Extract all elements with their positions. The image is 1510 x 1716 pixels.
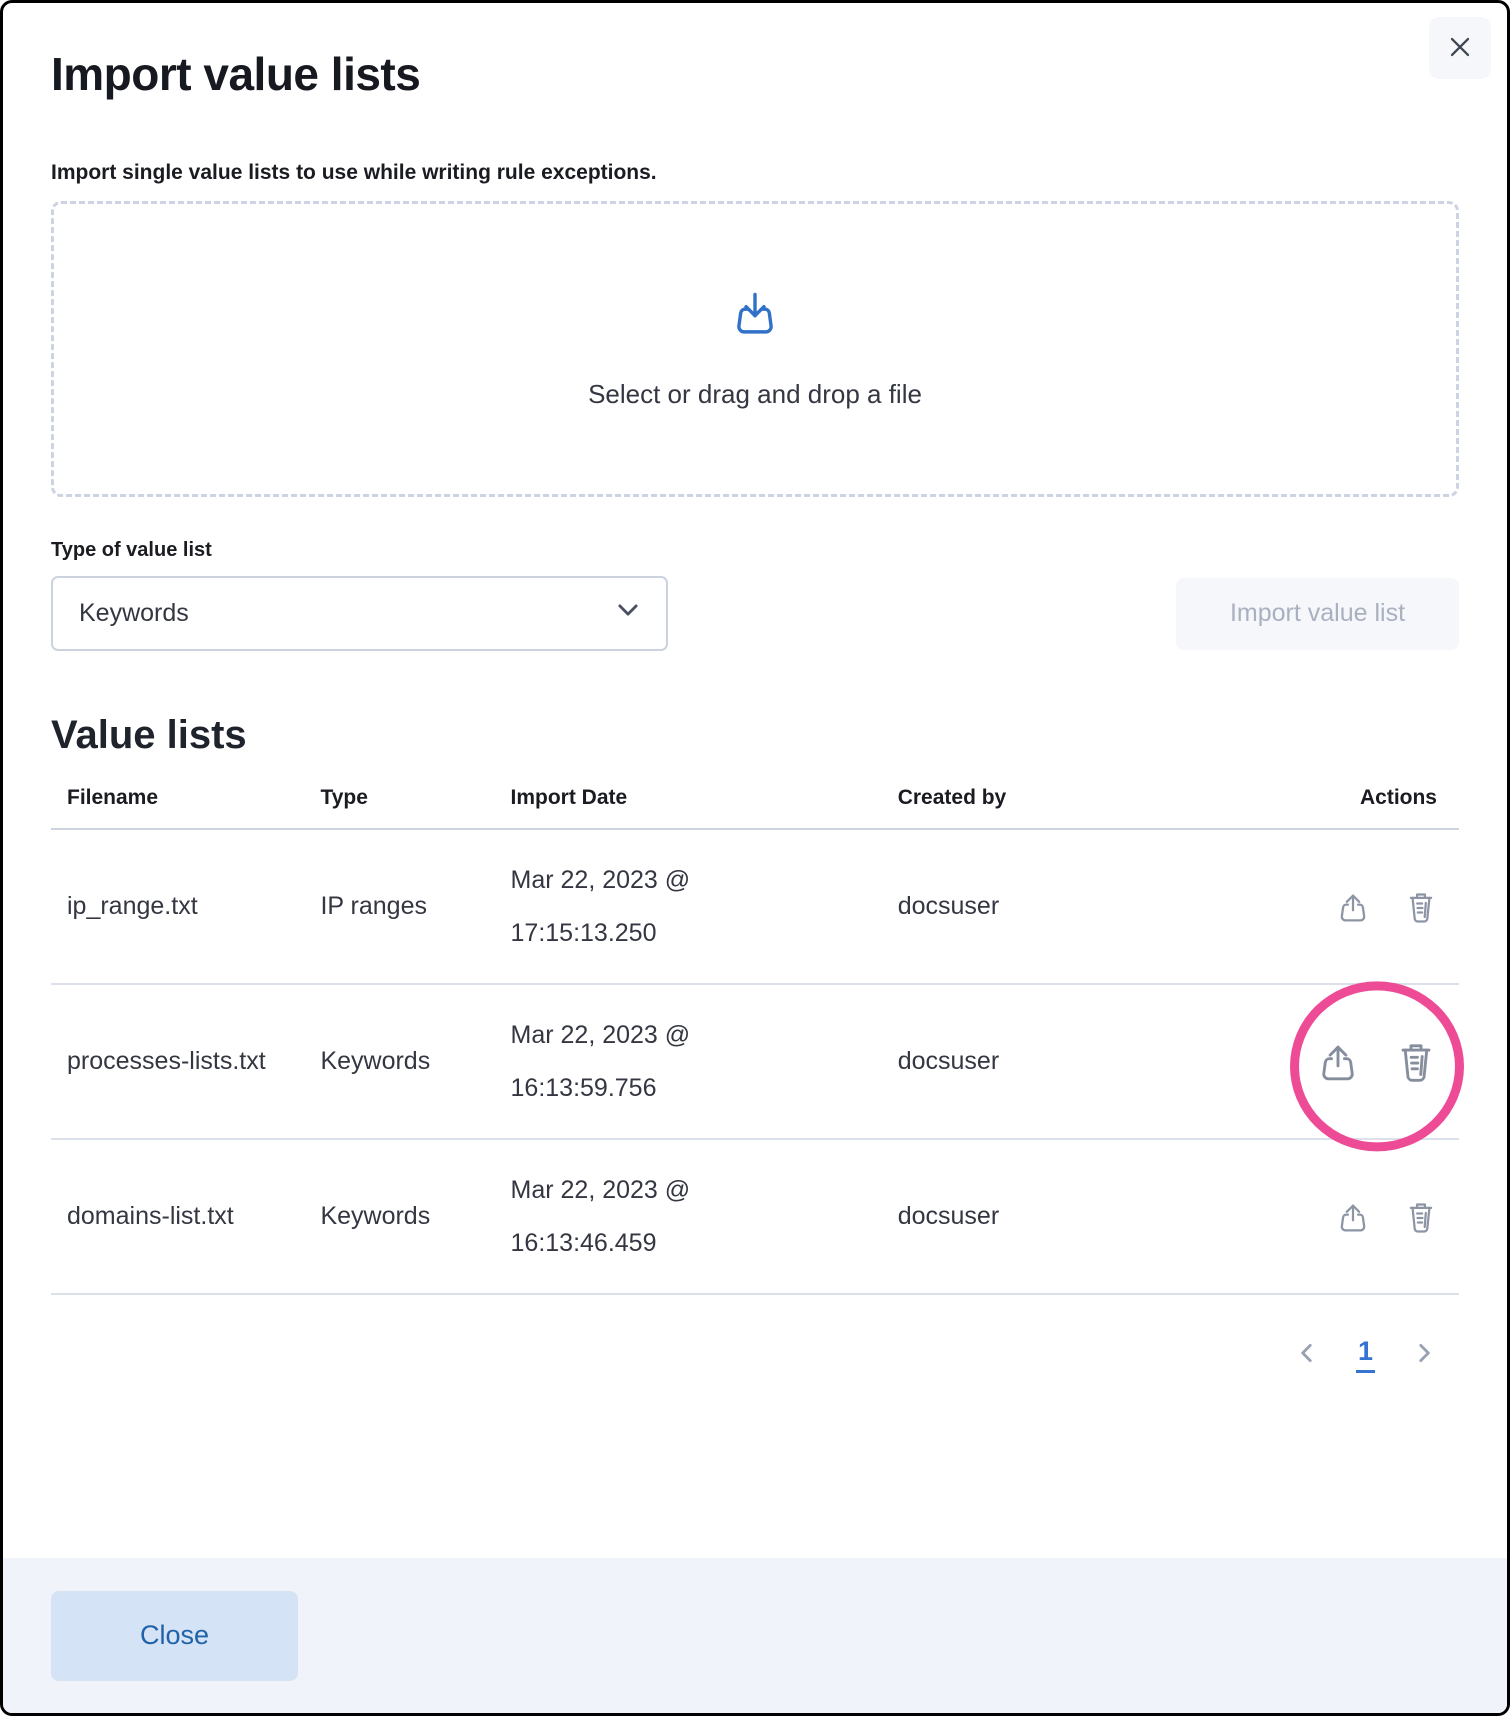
column-header-type: Type — [304, 772, 494, 829]
value-lists-table-body: ip_range.txt IP ranges Mar 22, 2023 @ 17… — [51, 829, 1459, 1294]
filename-cell: ip_range.txt — [67, 878, 198, 936]
value-lists-heading: Value lists — [51, 713, 1459, 758]
export-icon — [1315, 1040, 1361, 1086]
export-icon — [1335, 1200, 1371, 1236]
column-header-created-by: Created by — [882, 772, 1150, 829]
import-value-list-button[interactable]: Import value list — [1176, 578, 1459, 650]
import-value-lists-modal: Import value lists Import single value l… — [0, 0, 1510, 1716]
type-cell: IP ranges — [304, 829, 494, 984]
table-row: domains-list.txt Keywords Mar 22, 2023 @… — [51, 1139, 1459, 1294]
close-icon — [1443, 30, 1477, 67]
modal-title: Import value lists — [51, 47, 1459, 101]
import-date-cell: Mar 22, 2023 @ 16:13:46.459 — [511, 1164, 816, 1269]
close-button[interactable]: Close — [51, 1591, 298, 1681]
modal-footer: Close — [3, 1558, 1507, 1713]
file-dropzone[interactable]: Select or drag and drop a file — [51, 201, 1459, 497]
export-icon — [1335, 890, 1371, 926]
table-header-row: Filename Type Import Date Created by Act… — [51, 772, 1459, 829]
form-row: Keywords Import value list — [51, 576, 1459, 651]
delete-value-list-button[interactable] — [1403, 1200, 1439, 1236]
export-value-list-button[interactable] — [1315, 1040, 1361, 1086]
next-page-button[interactable] — [1411, 1340, 1437, 1369]
import-date-cell: Mar 22, 2023 @ 17:15:13.250 — [511, 854, 816, 959]
dropzone-label: Select or drag and drop a file — [588, 379, 922, 410]
chevron-down-icon — [614, 596, 642, 631]
trash-icon — [1393, 1040, 1439, 1086]
page-number-button[interactable]: 1 — [1356, 1337, 1375, 1373]
import-date-cell: Mar 22, 2023 @ 16:13:59.756 — [511, 1009, 816, 1114]
table-row: ip_range.txt IP ranges Mar 22, 2023 @ 17… — [51, 829, 1459, 984]
actions-group — [1335, 890, 1439, 926]
modal-body: Import value lists Import single value l… — [3, 3, 1507, 1373]
chevron-right-icon — [1411, 1340, 1437, 1369]
actions-group — [1315, 1040, 1439, 1086]
column-header-import-date: Import Date — [495, 772, 882, 829]
previous-page-button[interactable] — [1294, 1340, 1320, 1369]
filename-cell: processes-lists.txt — [67, 1033, 266, 1091]
export-value-list-button[interactable] — [1335, 1200, 1371, 1236]
type-of-value-list-label: Type of value list — [51, 539, 1459, 562]
filename-cell: domains-list.txt — [67, 1188, 234, 1246]
export-value-list-button[interactable] — [1335, 890, 1371, 926]
column-header-actions: Actions — [1149, 772, 1459, 829]
column-header-filename: Filename — [51, 772, 304, 829]
value-list-type-select[interactable]: Keywords — [51, 576, 668, 651]
actions-group — [1335, 1200, 1439, 1236]
delete-value-list-button[interactable] — [1393, 1040, 1439, 1086]
modal-subtitle: Import single value lists to use while w… — [51, 161, 1459, 185]
type-cell: Keywords — [304, 984, 494, 1139]
selected-type-value: Keywords — [79, 599, 189, 628]
trash-icon — [1403, 1200, 1439, 1236]
trash-icon — [1403, 890, 1439, 926]
value-lists-table: Filename Type Import Date Created by Act… — [51, 772, 1459, 1295]
created-by-cell: docsuser — [882, 1139, 1150, 1294]
pagination: 1 — [51, 1337, 1459, 1373]
chevron-left-icon — [1294, 1340, 1320, 1369]
close-modal-button[interactable] — [1429, 17, 1491, 79]
created-by-cell: docsuser — [882, 984, 1150, 1139]
type-cell: Keywords — [304, 1139, 494, 1294]
created-by-cell: docsuser — [882, 829, 1150, 984]
import-file-icon — [729, 288, 781, 345]
table-row: processes-lists.txt Keywords Mar 22, 202… — [51, 984, 1459, 1139]
delete-value-list-button[interactable] — [1403, 890, 1439, 926]
